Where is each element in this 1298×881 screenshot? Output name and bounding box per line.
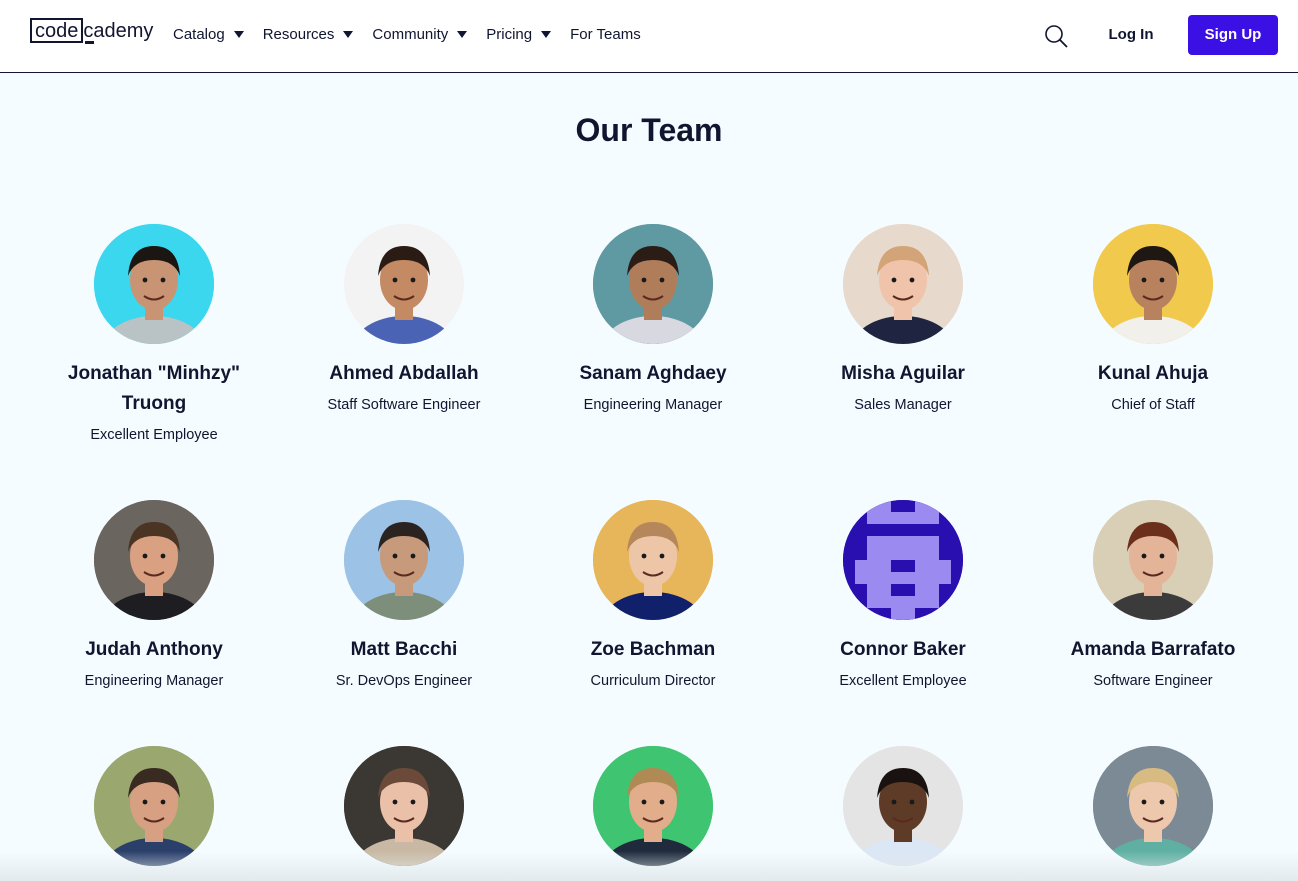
login-button[interactable]: Log In (1096, 22, 1166, 48)
team-member-photo (843, 746, 963, 866)
search-icon[interactable] (1044, 24, 1068, 48)
team-member-role: Engineering Manager (583, 397, 723, 413)
team-member-photo (1093, 500, 1213, 620)
nav-catalog[interactable]: Catalog (173, 22, 244, 46)
page-title: Our Team (575, 112, 723, 148)
team-member-card (538, 746, 768, 866)
team-member-role: Curriculum Director (590, 673, 716, 689)
codecademy-logo[interactable]: code cademy (30, 18, 153, 47)
team-member-photo (94, 746, 214, 866)
team-member-name: Misha Aguilar (841, 363, 965, 384)
team-member-photo (593, 500, 713, 620)
caret-down-icon (457, 30, 468, 38)
caret-down-icon (233, 30, 244, 38)
team-member-photo (1093, 746, 1213, 866)
team-member-photo (843, 500, 963, 620)
team-member-role: Excellent Employee (90, 427, 218, 443)
team-member-role: Staff Software Engineer (327, 397, 481, 413)
nav-resources[interactable]: Resources (263, 22, 354, 46)
team-member-photo (94, 224, 214, 344)
logo-cademy-text: cademy (83, 20, 154, 44)
logo-code-box: code (30, 18, 84, 43)
caret-down-icon (343, 30, 354, 38)
team-member-name: Jonathan "Minhzy" Truong (67, 363, 241, 414)
team-member-role: Sr. DevOps Engineer (335, 673, 473, 689)
team-member-card: Sanam Aghdaey Engineering Manager (538, 224, 768, 415)
team-member-card (1038, 746, 1268, 866)
team-member-name: Ahmed Abdallah (329, 363, 479, 384)
team-member-card: Amanda Barrafato Software Engineer (1038, 500, 1268, 691)
nav-community[interactable]: Community (372, 22, 468, 46)
team-member-card: Judah Anthony Engineering Manager (39, 500, 269, 691)
team-member-card: Misha Aguilar Sales Manager (788, 224, 1018, 415)
nav-catalog-label: Catalog (173, 25, 225, 43)
nav-resources-label: Resources (262, 25, 335, 43)
team-member-card: Zoe Bachman Curriculum Director (538, 500, 768, 691)
team-member-name: Judah Anthony (85, 639, 223, 660)
team-member-photo (344, 746, 464, 866)
site-header: code cademy Catalog Resources Community … (0, 0, 1298, 73)
team-member-role: Engineering Manager (84, 673, 224, 689)
nav-community-label: Community (372, 25, 449, 43)
team-member-card: Connor Baker Excellent Employee (788, 500, 1018, 691)
team-member-photo (344, 500, 464, 620)
main-nav: Catalog Resources Community Pricing For … (173, 22, 660, 46)
team-member-role: Excellent Employee (839, 673, 967, 689)
team-member-name: Connor Baker (840, 639, 966, 660)
team-member-card: Kunal Ahuja Chief of Staff (1038, 224, 1268, 415)
nav-pricing[interactable]: Pricing (486, 22, 552, 46)
team-member-photo (94, 500, 214, 620)
team-member-card: Matt Bacchi Sr. DevOps Engineer (289, 500, 519, 691)
team-member-role: Sales Manager (854, 397, 952, 413)
nav-pricing-label: Pricing (486, 25, 533, 43)
nav-for-teams-label: For Teams (570, 25, 641, 43)
team-member-photo (1093, 224, 1213, 344)
team-member-card (289, 746, 519, 866)
signup-button[interactable]: Sign Up (1188, 15, 1278, 55)
team-member-role: Chief of Staff (1111, 397, 1195, 413)
team-member-name: Kunal Ahuja (1097, 363, 1209, 384)
team-member-card: Jonathan "Minhzy" Truong Excellent Employ… (39, 224, 269, 445)
logo-underscore (85, 41, 95, 44)
team-member-photo (593, 746, 713, 866)
nav-for-teams[interactable]: For Teams (570, 22, 641, 46)
team-member-name: Sanam Aghdaey (579, 363, 727, 384)
team-member-card: Ahmed Abdallah Staff Software Engineer (289, 224, 519, 415)
team-member-photo (843, 224, 963, 344)
team-member-photo (344, 224, 464, 344)
team-member-name: Zoe Bachman (590, 639, 716, 660)
team-member-name: Amanda Barrafato (1070, 639, 1236, 660)
caret-down-icon (541, 30, 552, 38)
team-member-card (788, 746, 1018, 866)
team-member-name: Matt Bacchi (350, 639, 458, 660)
team-member-photo (593, 224, 713, 344)
team-member-role: Software Engineer (1093, 673, 1213, 689)
team-member-card (39, 746, 269, 866)
scroll-fade (0, 851, 1298, 881)
